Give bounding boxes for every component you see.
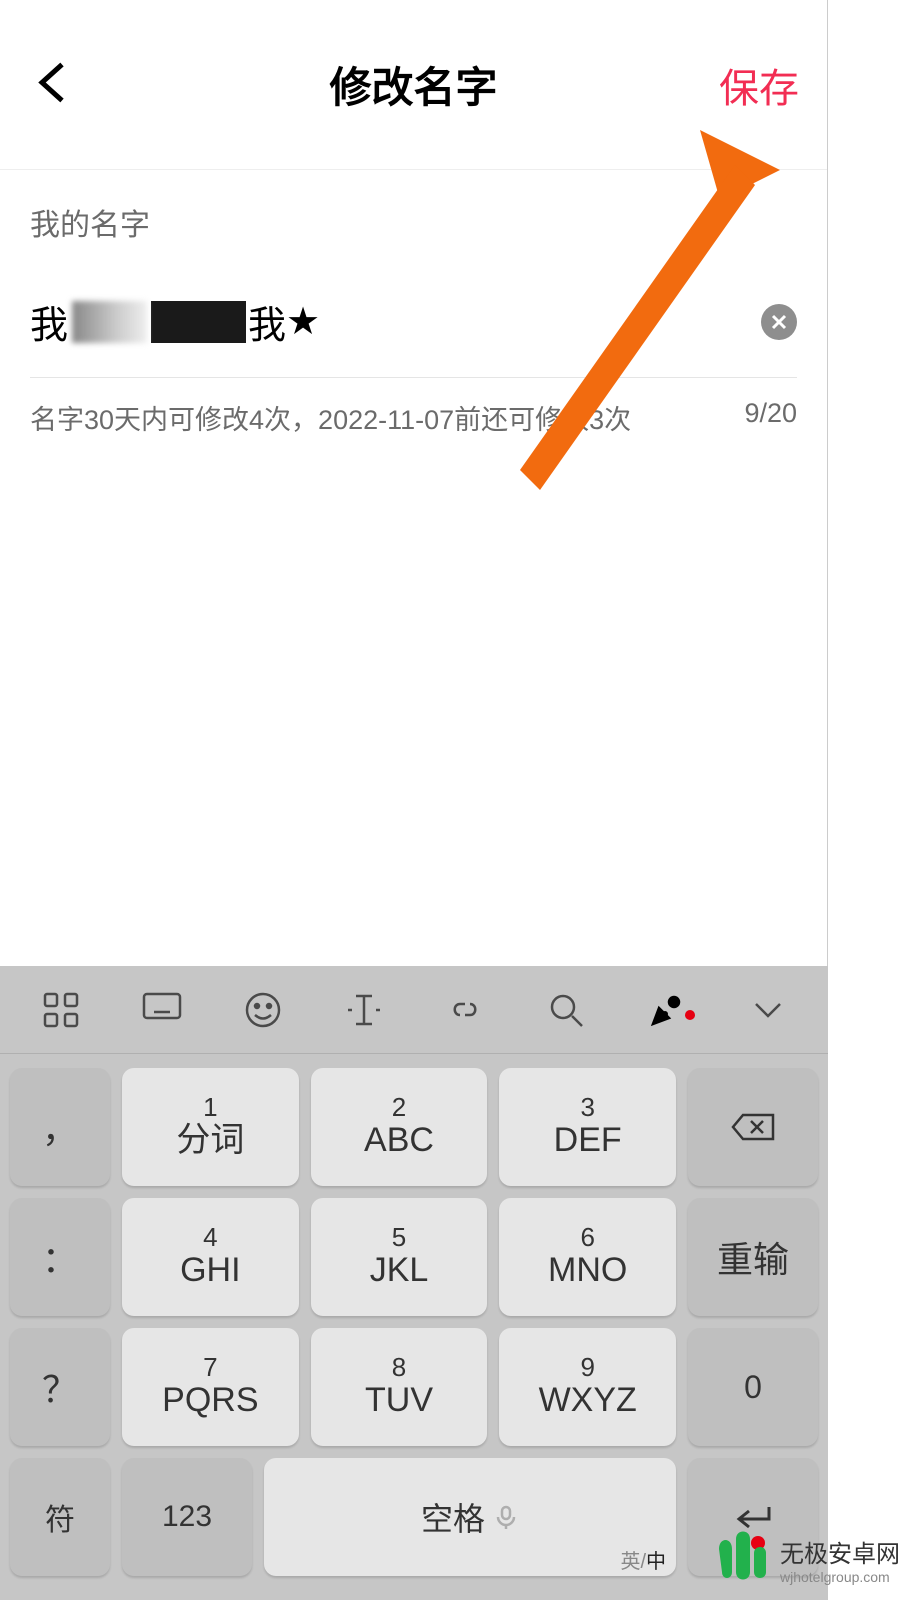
key-2[interactable]: 2 ABC xyxy=(311,1068,488,1186)
header: 修改名字 保存 xyxy=(0,0,827,170)
key-letters: DEF xyxy=(554,1122,622,1159)
key-space-label: 空格 xyxy=(421,1494,485,1540)
key-number: 6 xyxy=(580,1224,594,1250)
key-comma[interactable]: ， xyxy=(10,1068,110,1186)
watermark-logo-icon xyxy=(714,1527,774,1592)
key-letters: ABC xyxy=(364,1122,434,1159)
name-input[interactable]: 我 我 ★ xyxy=(30,294,761,349)
kb-emoji-icon[interactable] xyxy=(213,990,313,1030)
key-reinput[interactable]: 重输 xyxy=(688,1198,818,1316)
save-button[interactable]: 保存 xyxy=(719,56,799,114)
key-number: 3 xyxy=(580,1094,594,1120)
key-number: 1 xyxy=(203,1094,217,1120)
key-letters: JKL xyxy=(370,1252,429,1289)
name-text-part: 我 xyxy=(30,294,68,349)
kb-search-icon[interactable] xyxy=(516,990,616,1030)
field-label: 我的名字 xyxy=(30,200,797,244)
key-6[interactable]: 6 MNO xyxy=(499,1198,676,1316)
keyboard-grid: ， 1 分词 2 ABC 3 DEF ： xyxy=(0,1054,828,1600)
key-number: 9 xyxy=(580,1354,594,1380)
key-letters: GHI xyxy=(180,1252,240,1289)
key-colon[interactable]: ： xyxy=(10,1198,110,1316)
name-input-row[interactable]: 我 我 ★ xyxy=(30,294,797,378)
page-title: 修改名字 xyxy=(329,54,497,115)
hint-text: 名字30天内可修改4次，2022-11-07前还可修改3次 xyxy=(30,398,744,437)
watermark-url: wjhotelgroup.com xyxy=(780,1569,900,1585)
key-4[interactable]: 4 GHI xyxy=(122,1198,299,1316)
key-letters: WXYZ xyxy=(539,1382,637,1419)
key-letters: TUV xyxy=(365,1382,433,1419)
lang-en: 英 xyxy=(620,1551,640,1573)
clear-icon[interactable] xyxy=(761,304,797,340)
watermark: 无极安卓网 wjhotelgroup.com xyxy=(714,1527,900,1592)
keyboard: ， 1 分词 2 ABC 3 DEF ： xyxy=(0,966,828,1600)
key-0[interactable]: 0 xyxy=(688,1328,818,1446)
key-symbol[interactable]: 符 xyxy=(10,1458,110,1576)
content: 我的名字 我 我 ★ 名字30天内可修改4次，2022-11-07前还可修改3次… xyxy=(0,170,827,437)
keyboard-toolbar xyxy=(0,966,828,1054)
char-counter: 9/20 xyxy=(744,398,797,437)
kb-link-icon[interactable] xyxy=(415,990,515,1030)
key-number: 8 xyxy=(392,1354,406,1380)
redacted-text xyxy=(151,301,246,343)
key-space[interactable]: 空格 英/中 xyxy=(264,1458,676,1576)
redacted-text xyxy=(72,301,147,343)
key-letters: PQRS xyxy=(162,1382,258,1419)
key-question[interactable]: ？ xyxy=(10,1328,110,1446)
key-7[interactable]: 7 PQRS xyxy=(122,1328,299,1446)
kb-app-icon[interactable] xyxy=(11,990,111,1030)
key-number: 7 xyxy=(203,1354,217,1380)
key-number: 2 xyxy=(392,1094,406,1120)
key-number: 4 xyxy=(203,1224,217,1250)
key-letters: 分词 xyxy=(176,1122,244,1159)
name-text-part: 我 xyxy=(248,294,286,349)
notification-dot-icon xyxy=(685,1010,695,1020)
key-8[interactable]: 8 TUV xyxy=(311,1328,488,1446)
lang-indicator: 英/中 xyxy=(620,1552,666,1572)
kb-keyboard-icon[interactable] xyxy=(112,990,212,1030)
key-1[interactable]: 1 分词 xyxy=(122,1068,299,1186)
kb-edit-icon[interactable] xyxy=(617,990,717,1030)
mic-icon xyxy=(493,1504,519,1530)
key-3[interactable]: 3 DEF xyxy=(499,1068,676,1186)
key-123[interactable]: 123 xyxy=(122,1458,252,1576)
lang-zh: 中 xyxy=(646,1551,666,1573)
key-backspace[interactable] xyxy=(688,1068,818,1186)
key-9[interactable]: 9 WXYZ xyxy=(499,1328,676,1446)
hint-row: 名字30天内可修改4次，2022-11-07前还可修改3次 9/20 xyxy=(30,398,797,437)
key-5[interactable]: 5 JKL xyxy=(311,1198,488,1316)
kb-collapse-icon[interactable] xyxy=(718,990,818,1030)
key-letters: MNO xyxy=(548,1252,627,1289)
kb-cursor-icon[interactable] xyxy=(314,990,414,1030)
key-number: 5 xyxy=(392,1224,406,1250)
back-icon[interactable] xyxy=(32,60,76,109)
watermark-title: 无极安卓网 xyxy=(780,1534,900,1569)
star-icon: ★ xyxy=(286,299,320,344)
